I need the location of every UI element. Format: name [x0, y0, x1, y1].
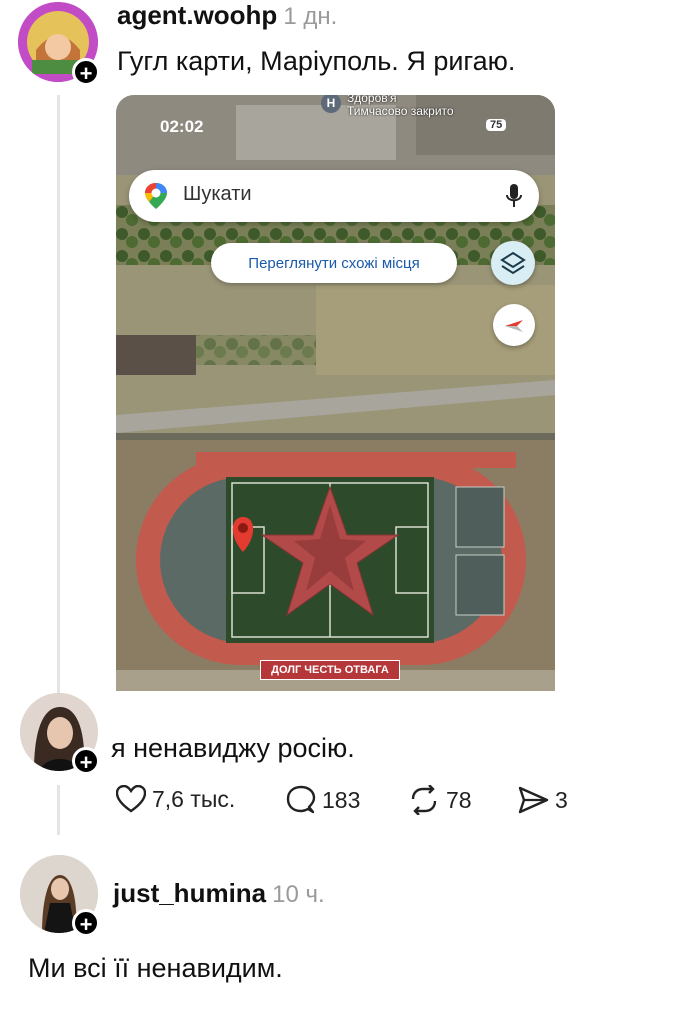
post-header: agent.woohp 1 дн.	[117, 0, 337, 31]
comment-username[interactable]: just_humina	[113, 878, 266, 908]
comment-time: 10 ч.	[272, 881, 325, 908]
heart-icon	[116, 785, 146, 813]
follow-plus-icon[interactable]: +	[72, 747, 100, 775]
repost-button[interactable]: 78	[408, 785, 472, 815]
post-username[interactable]: agent.woohp	[117, 0, 277, 30]
thread-line	[57, 95, 60, 695]
similar-places-chip[interactable]: Переглянути схожі місця	[211, 243, 457, 283]
battery-indicator: 75	[486, 119, 507, 131]
comment-button[interactable]: 183	[286, 785, 360, 815]
layers-icon	[500, 251, 526, 275]
repost-count: 78	[446, 786, 472, 813]
post-time: 1 дн.	[283, 3, 338, 30]
stadium-banner: ДОЛГ ЧЕСТЬ ОТВАГА	[260, 660, 400, 680]
like-count: 7,6 тыс.	[152, 785, 236, 812]
like-button[interactable]: 7,6 тыс.	[116, 785, 235, 813]
map-search-bar[interactable]: Шукати	[129, 170, 539, 222]
compass-button[interactable]	[493, 304, 535, 346]
follow-plus-icon[interactable]: +	[72, 58, 100, 86]
status-time: 02:02	[160, 117, 204, 136]
send-icon	[518, 786, 549, 814]
poi-status: Тимчасово закрито	[347, 104, 454, 118]
comment-text: Ми всі її ненавидим.	[28, 953, 283, 983]
layers-button[interactable]	[491, 241, 535, 285]
banner-text: ДОЛГ ЧЕСТЬ ОТВАГА	[271, 664, 389, 676]
compass-icon	[505, 320, 523, 332]
comment-header: just_humina 10 ч.	[113, 878, 325, 909]
maps-pin-icon	[145, 183, 167, 209]
post-text: Гугл карти, Маріуполь. Я ригаю.	[117, 46, 516, 76]
share-count: 3	[555, 786, 568, 813]
microphone-icon[interactable]	[505, 183, 523, 209]
reply-text: я ненавиджу росію.	[111, 733, 355, 763]
share-button[interactable]: 3	[517, 785, 568, 815]
search-placeholder: Шукати	[183, 183, 252, 205]
thread-line	[57, 785, 60, 835]
repost-icon	[411, 785, 437, 815]
poi-label: Здоров'я Тимчасово закрито	[347, 95, 454, 118]
comment-count: 183	[322, 786, 361, 813]
follow-plus-icon[interactable]: +	[72, 909, 100, 937]
comment-bubble-icon	[286, 785, 316, 814]
